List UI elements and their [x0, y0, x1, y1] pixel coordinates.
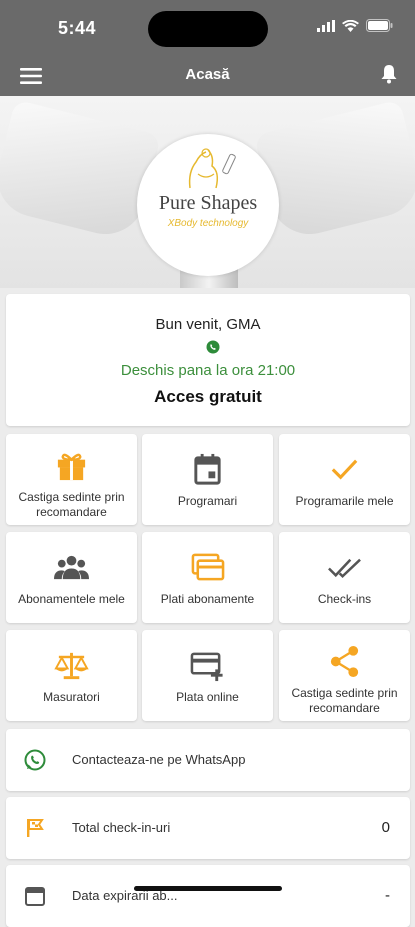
tile-label: Masuratori — [43, 690, 100, 704]
whatsapp-contact-row[interactable]: Contacteaza-ne pe WhatsApp — [6, 729, 410, 791]
system-icons — [317, 19, 393, 32]
tile-label: Programarile mele — [295, 494, 394, 508]
brand-name: Pure Shapes — [158, 192, 258, 214]
status-bar: 5:44 — [0, 0, 415, 56]
flag-icon — [27, 819, 44, 837]
tile-measurements[interactable]: Masuratori — [6, 630, 137, 721]
row-label: Contacteaza-ne pe WhatsApp — [72, 752, 246, 767]
tile-label: Plata online — [176, 690, 239, 704]
tile-label: Programari — [177, 494, 238, 508]
tile-label: Plati abonamente — [160, 592, 255, 606]
tile-bookings[interactable]: Programari — [142, 434, 273, 525]
home-indicator — [134, 886, 282, 891]
app-bar: Acasă — [0, 56, 415, 96]
whatsapp-icon[interactable] — [206, 340, 220, 354]
tile-label: Abonamentele mele — [18, 592, 125, 606]
welcome-greeting: Bun venit, GMA — [155, 316, 261, 333]
hero-banner: Pure Shapes XBody technology — [0, 96, 415, 288]
signal-icon — [317, 19, 335, 32]
total-check-ins-row: Total check-in-uri 0 — [6, 797, 410, 859]
double-check-icon — [328, 558, 361, 579]
tile-share-referral[interactable]: Castiga sedinte prin recomandare — [279, 630, 410, 721]
battery-icon — [366, 19, 393, 32]
logo-figure-icon — [188, 148, 236, 189]
tile-label: Castiga sedinte prin recomandare — [18, 490, 125, 519]
tile-referral-rewards[interactable]: Castiga sedinte prin recomandare — [6, 434, 137, 525]
wifi-icon — [342, 19, 359, 32]
brand-logo: Pure Shapes XBody technology — [137, 134, 279, 276]
tile-label: Check-ins — [317, 592, 372, 606]
page-title: Acasă — [185, 66, 230, 83]
brand-tagline: XBody technology — [167, 218, 249, 229]
tile-online-payment[interactable]: Plata online — [142, 630, 273, 721]
tile-subscription-payments[interactable]: Plati abonamente — [142, 532, 273, 623]
group-icon — [54, 555, 89, 580]
access-status: Acces gratuit — [154, 387, 262, 406]
whatsapp-icon — [24, 749, 46, 771]
calendar-icon — [194, 453, 221, 485]
gift-icon — [57, 453, 86, 481]
status-time: 5:44 — [58, 18, 97, 38]
welcome-card: Bun venit, GMA Deschis pana la ora 21:00… — [6, 294, 410, 426]
cards-icon — [191, 553, 225, 581]
check-in-count: 0 — [381, 819, 390, 836]
tile-my-bookings[interactable]: Programarile mele — [279, 434, 410, 525]
tile-label: Castiga sedinte prin recomandare — [291, 686, 398, 715]
share-icon — [330, 645, 359, 678]
subscription-expiry-row: Data expirarii ab... - — [6, 865, 410, 927]
expiry-value: - — [385, 887, 390, 904]
dynamic-island — [148, 11, 268, 47]
bell-icon[interactable] — [380, 64, 398, 84]
checkmark-icon — [331, 459, 358, 480]
tile-check-ins[interactable]: Check-ins — [279, 532, 410, 623]
scale-icon — [54, 652, 89, 680]
calendar-icon — [25, 887, 45, 906]
card-add-icon — [190, 652, 223, 682]
opening-hours: Deschis pana la ora 21:00 — [120, 362, 296, 379]
tile-my-subscriptions[interactable]: Abonamentele mele — [6, 532, 137, 623]
row-label: Total check-in-uri — [72, 820, 171, 835]
